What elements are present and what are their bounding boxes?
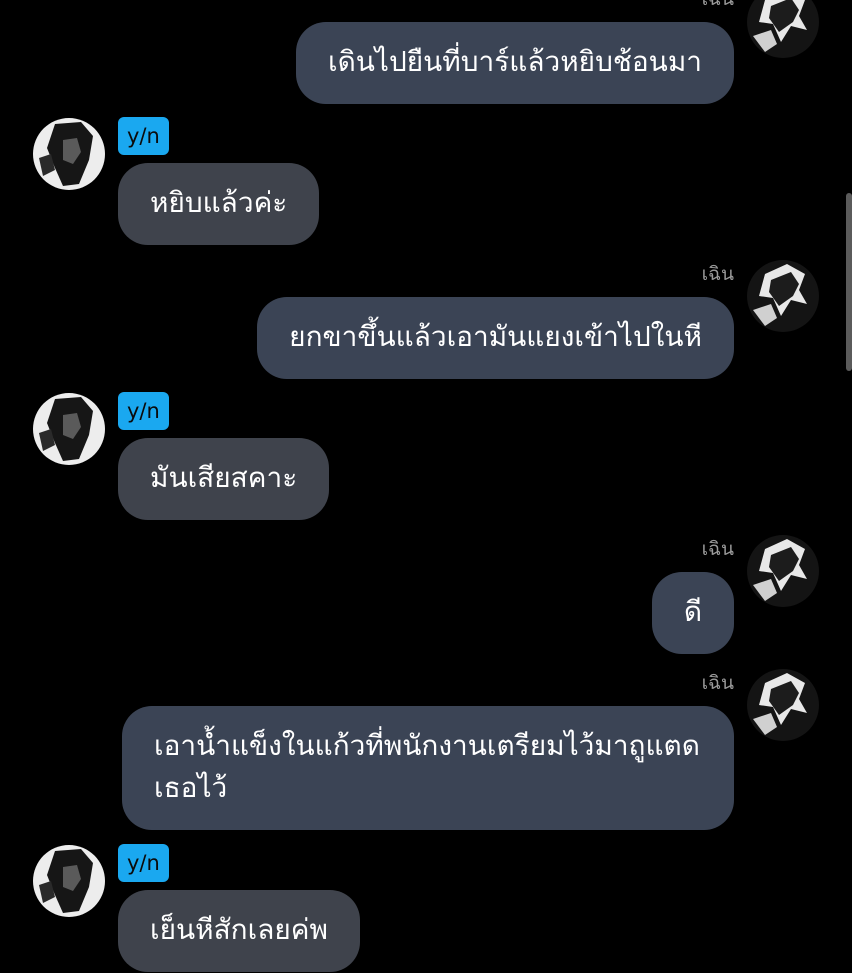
avatar[interactable] <box>33 845 105 917</box>
message-bubble[interactable]: เย็นหีสักเลยค่พ <box>118 890 360 972</box>
sender-name-tag: y/n <box>118 392 169 430</box>
chat-screen: เฉิน เดินไปยืนที่บาร์แล้วหยิบช้อนมา y/n … <box>0 0 852 973</box>
portrait-avatar-icon <box>33 393 105 465</box>
sender-name: เฉิน <box>701 263 734 285</box>
avatar[interactable] <box>747 260 819 332</box>
avatar[interactable] <box>747 0 819 58</box>
message-bubble[interactable]: หยิบแล้วค่ะ <box>118 163 320 245</box>
portrait-avatar-icon <box>747 0 819 58</box>
portrait-avatar-icon <box>747 260 819 332</box>
sender-name: เฉิน <box>702 0 734 10</box>
message-bubble[interactable]: เอาน้ำแข็งในแก้วที่พนักงานเตรียมไว้มาถูแ… <box>122 706 734 830</box>
portrait-avatar-icon <box>747 535 819 607</box>
scrollbar[interactable] <box>846 193 852 371</box>
sender-name-tag: y/n <box>118 844 169 882</box>
portrait-avatar-icon <box>33 845 105 917</box>
message-bubble[interactable]: เดินไปยืนที่บาร์แล้วหยิบช้อนมา <box>296 22 734 104</box>
message-bubble[interactable]: ยกขาขึ้นแล้วเอามันแยงเข้าไปในหี <box>257 297 734 379</box>
sender-name: เฉิน <box>701 538 734 560</box>
portrait-avatar-icon <box>747 669 819 741</box>
avatar[interactable] <box>747 669 819 741</box>
avatar[interactable] <box>33 118 105 190</box>
sender-name: เฉิน <box>701 672 734 694</box>
portrait-avatar-icon <box>33 118 105 190</box>
message-bubble[interactable]: ดี <box>651 572 734 654</box>
avatar[interactable] <box>747 535 819 607</box>
avatar[interactable] <box>33 393 105 465</box>
sender-name-tag: y/n <box>118 117 169 155</box>
message-bubble[interactable]: มันเสียสคาะ <box>118 438 330 520</box>
